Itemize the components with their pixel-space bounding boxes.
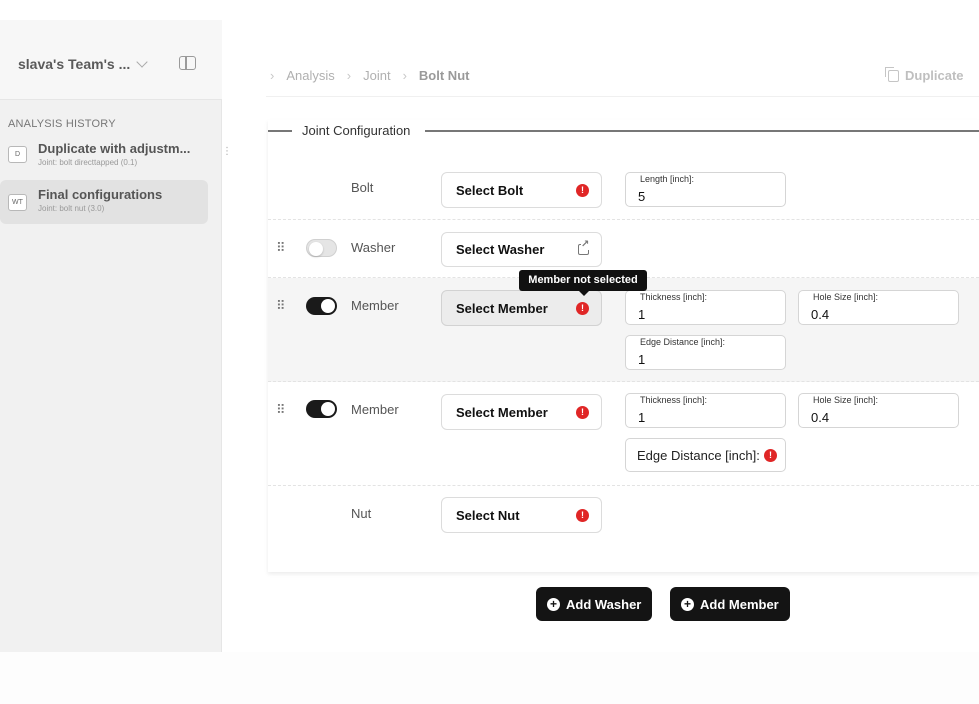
history-item[interactable]: WT Final configurations Joint: bolt nut … — [0, 180, 208, 224]
hole-size-field[interactable]: Hole Size [inch]: 0.4 — [798, 393, 959, 428]
member-row: ⠿ Member Select Member ! Thickness [inch… — [268, 278, 979, 382]
history-item-subtitle: Joint: bolt directtapped (0.1) — [38, 158, 138, 167]
field-label: Length [inch]: — [638, 174, 697, 184]
select-member-button[interactable]: Select Member ! — [441, 290, 602, 326]
row-label: Member — [351, 402, 399, 417]
button-label: Select Member — [456, 404, 548, 420]
breadcrumb-analysis[interactable]: Analysis — [286, 68, 334, 83]
header-divider — [266, 96, 979, 97]
external-link-icon — [578, 239, 590, 255]
field-label: Hole Size [inch]: — [811, 395, 881, 405]
duplicate-button[interactable]: Duplicate — [885, 66, 964, 83]
error-icon: ! — [576, 302, 589, 315]
error-icon: ! — [764, 449, 777, 462]
select-washer-button[interactable]: Select Washer — [441, 232, 602, 267]
team-switcher[interactable]: slava's Team's ... — [18, 56, 130, 72]
field-value: 1 — [638, 410, 646, 425]
history-item-subtitle: Joint: bolt nut (3.0) — [38, 204, 105, 213]
toggle-knob — [321, 402, 335, 416]
select-member-button[interactable]: Select Member ! — [441, 394, 602, 430]
breadcrumb-current: Bolt Nut — [418, 68, 470, 83]
plus-circle-icon: + — [681, 597, 694, 611]
history-badge: D — [8, 146, 27, 163]
button-label: Select Nut — [456, 507, 520, 523]
history-title: ANALYSIS HISTORY — [8, 118, 116, 130]
field-label: Edge Distance [inch]: — [638, 337, 728, 347]
hole-size-field[interactable]: Hole Size [inch]: 0.4 — [798, 290, 959, 325]
toggle-knob — [321, 299, 335, 313]
row-label: Nut — [351, 506, 372, 521]
button-label: Select Bolt — [456, 182, 524, 198]
thickness-field[interactable]: Thickness [inch]: 1 — [625, 290, 786, 325]
edge-distance-field[interactable]: Edge Distance [inch]: 1 — [625, 335, 786, 370]
field-label: Edge Distance [inch]: — [637, 447, 760, 463]
sidebar — [0, 20, 222, 652]
legend-line — [268, 130, 292, 132]
breadcrumb-joint[interactable]: Joint — [363, 68, 390, 83]
chevron-right-icon: › — [346, 68, 352, 83]
row-label: Bolt — [351, 180, 374, 195]
field-value: 5 — [638, 189, 646, 204]
field-label: Thickness [inch]: — [638, 395, 710, 405]
button-label: Add Member — [700, 596, 779, 612]
add-washer-button[interactable]: + Add Washer — [536, 587, 653, 621]
error-icon: ! — [576, 184, 589, 197]
bolt-row: Bolt Select Bolt ! Length [inch]: 5 — [268, 160, 979, 220]
chevron-right-icon: › — [270, 68, 275, 83]
drag-handle-icon[interactable]: ⠿ — [276, 402, 285, 418]
history-badge: WT — [8, 194, 27, 211]
thickness-field[interactable]: Thickness [inch]: 1 — [625, 393, 786, 428]
nut-row: Nut Select Nut ! — [268, 486, 979, 556]
sidebar-resize-handle[interactable]: ⋮ — [222, 147, 232, 157]
row-label: Member — [351, 298, 399, 313]
field-value: 0.4 — [811, 410, 830, 425]
length-field[interactable]: Length [inch]: 5 — [625, 172, 786, 207]
drag-handle-icon[interactable]: ⠿ — [276, 298, 285, 314]
washer-toggle[interactable] — [306, 239, 337, 257]
edge-distance-button[interactable]: Edge Distance [inch]: ! — [625, 438, 786, 472]
copy-icon — [885, 66, 899, 82]
button-label: Select Washer — [456, 242, 545, 257]
select-nut-button[interactable]: Select Nut ! — [441, 497, 602, 533]
sidebar-toggle-icon[interactable] — [179, 56, 196, 70]
breadcrumb: › Analysis › Joint › Bolt Nut — [270, 68, 469, 83]
history-item-title: Duplicate with adjustm... — [38, 141, 191, 156]
member-not-selected-tooltip: Member not selected — [519, 270, 647, 296]
bottom-area — [0, 652, 979, 704]
chevron-right-icon: › — [402, 68, 407, 83]
field-value: 0.4 — [811, 307, 830, 322]
row-label: Washer — [351, 240, 396, 255]
drag-handle-icon[interactable]: ⠿ — [276, 240, 285, 256]
legend-line — [425, 130, 979, 132]
toggle-knob — [309, 242, 323, 256]
member-row: ⠿ Member Select Member ! Thickness [inch… — [268, 382, 979, 486]
select-bolt-button[interactable]: Select Bolt ! — [441, 172, 602, 208]
error-icon: ! — [576, 509, 589, 522]
button-label: Add Washer — [566, 596, 642, 612]
field-value: 1 — [638, 307, 646, 322]
duplicate-label: Duplicate — [905, 68, 964, 83]
button-label: Select Member — [456, 300, 548, 316]
joint-config-legend: Joint Configuration — [302, 123, 411, 138]
error-icon: ! — [576, 406, 589, 419]
plus-circle-icon: + — [547, 597, 560, 611]
history-item[interactable]: D Duplicate with adjustm... Joint: bolt … — [0, 136, 208, 180]
member-toggle[interactable] — [306, 400, 337, 418]
field-label: Hole Size [inch]: — [811, 292, 881, 302]
history-item-title: Final configurations — [38, 187, 163, 202]
add-member-button[interactable]: + Add Member — [670, 587, 790, 621]
member-toggle[interactable] — [306, 297, 337, 315]
field-label: Thickness [inch]: — [638, 292, 710, 302]
field-value: 1 — [638, 352, 646, 367]
